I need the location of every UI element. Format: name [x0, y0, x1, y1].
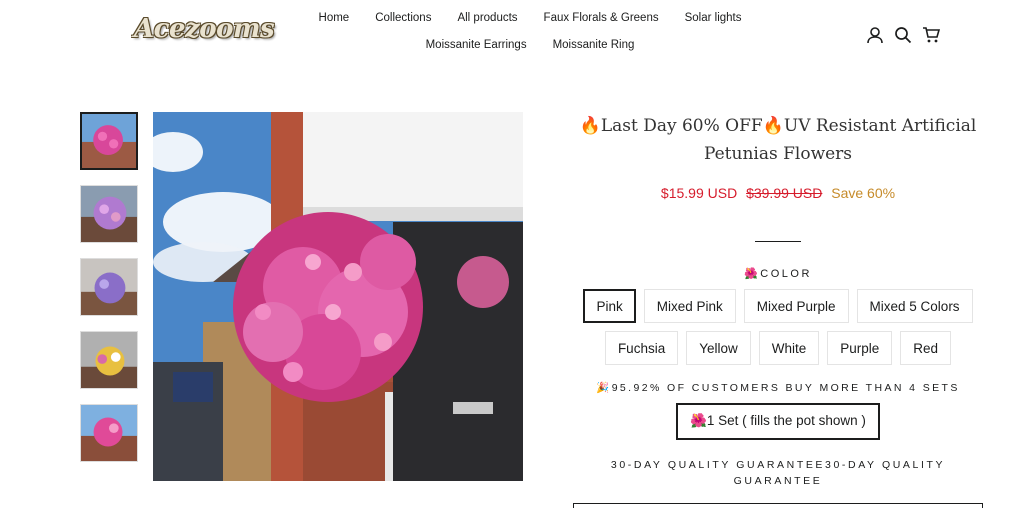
color-swatches-row-2: Fuchsia Yellow White Purple Red — [572, 331, 984, 365]
sale-price: $15.99 USD — [660, 185, 738, 201]
set-option-1-set[interactable]: 🌺1 Set ( fills the pot shown ) — [676, 403, 880, 440]
color-swatch-red[interactable]: Red — [900, 331, 952, 365]
search-icon[interactable] — [894, 26, 912, 44]
brand-logo[interactable]: Acezooms — [134, 14, 275, 44]
divider — [755, 241, 801, 242]
color-swatch-mixed-pink[interactable]: Mixed Pink — [643, 289, 736, 323]
cart-icon[interactable] — [922, 26, 941, 44]
nav-home[interactable]: Home — [319, 12, 350, 28]
thumbnail-3[interactable] — [80, 258, 138, 316]
color-swatch-pink[interactable]: Pink — [583, 289, 636, 323]
guarantee-label: 30-DAY QUALITY GUARANTEE30-DAY QUALITY G… — [610, 459, 946, 487]
quantity-box[interactable] — [573, 503, 983, 508]
nav-row-2: Moissanite Earrings Moissanite Ring — [300, 39, 760, 55]
nav-moissanite-ring[interactable]: Moissanite Ring — [553, 39, 635, 55]
header-icons — [866, 26, 941, 44]
thumbnail-4[interactable] — [80, 331, 138, 389]
product-info: 🔥Last Day 60% OFF🔥UV Resistant Artificia… — [572, 110, 984, 489]
nav-collections[interactable]: Collections — [375, 12, 431, 28]
thumbnail-1[interactable] — [80, 112, 138, 170]
color-swatch-purple[interactable]: Purple — [827, 331, 893, 365]
thumbnail-5[interactable] — [80, 404, 138, 462]
nav-row-1: Home Collections All products Faux Flora… — [300, 12, 760, 28]
main-nav: Home Collections All products Faux Flora… — [300, 12, 760, 66]
user-icon[interactable] — [866, 26, 884, 44]
color-option-label: 🌺COLOR — [744, 268, 812, 280]
main-product-image[interactable] — [153, 112, 523, 481]
save-badge: Save 60% — [831, 185, 896, 201]
product-thumbnails — [80, 112, 140, 482]
color-swatches-row-1: Pink Mixed Pink Mixed Purple Mixed 5 Col… — [572, 289, 984, 323]
thumbnail-2[interactable] — [80, 185, 138, 243]
nav-solar-lights[interactable]: Solar lights — [685, 12, 742, 28]
color-swatch-fuchsia[interactable]: Fuchsia — [604, 331, 679, 365]
price-block: $15.99 USD $39.99 USD Save 60% — [572, 185, 984, 201]
color-swatch-yellow[interactable]: Yellow — [686, 331, 751, 365]
site-header: Acezooms Home Collections All products F… — [0, 0, 1024, 64]
nav-faux-florals[interactable]: Faux Florals & Greens — [544, 12, 659, 28]
nav-moissanite-earrings[interactable]: Moissanite Earrings — [426, 39, 527, 55]
compare-price: $39.99 USD — [746, 185, 823, 201]
product-title: 🔥Last Day 60% OFF🔥UV Resistant Artificia… — [579, 116, 977, 164]
color-swatch-mixed-purple[interactable]: Mixed Purple — [743, 289, 849, 323]
nav-all-products[interactable]: All products — [457, 12, 517, 28]
color-swatch-mixed-5-colors[interactable]: Mixed 5 Colors — [856, 289, 973, 323]
color-swatch-white[interactable]: White — [758, 331, 820, 365]
customers-label: 🎉95.92% OF CUSTOMERS BUY MORE THAN 4 SET… — [596, 382, 960, 394]
